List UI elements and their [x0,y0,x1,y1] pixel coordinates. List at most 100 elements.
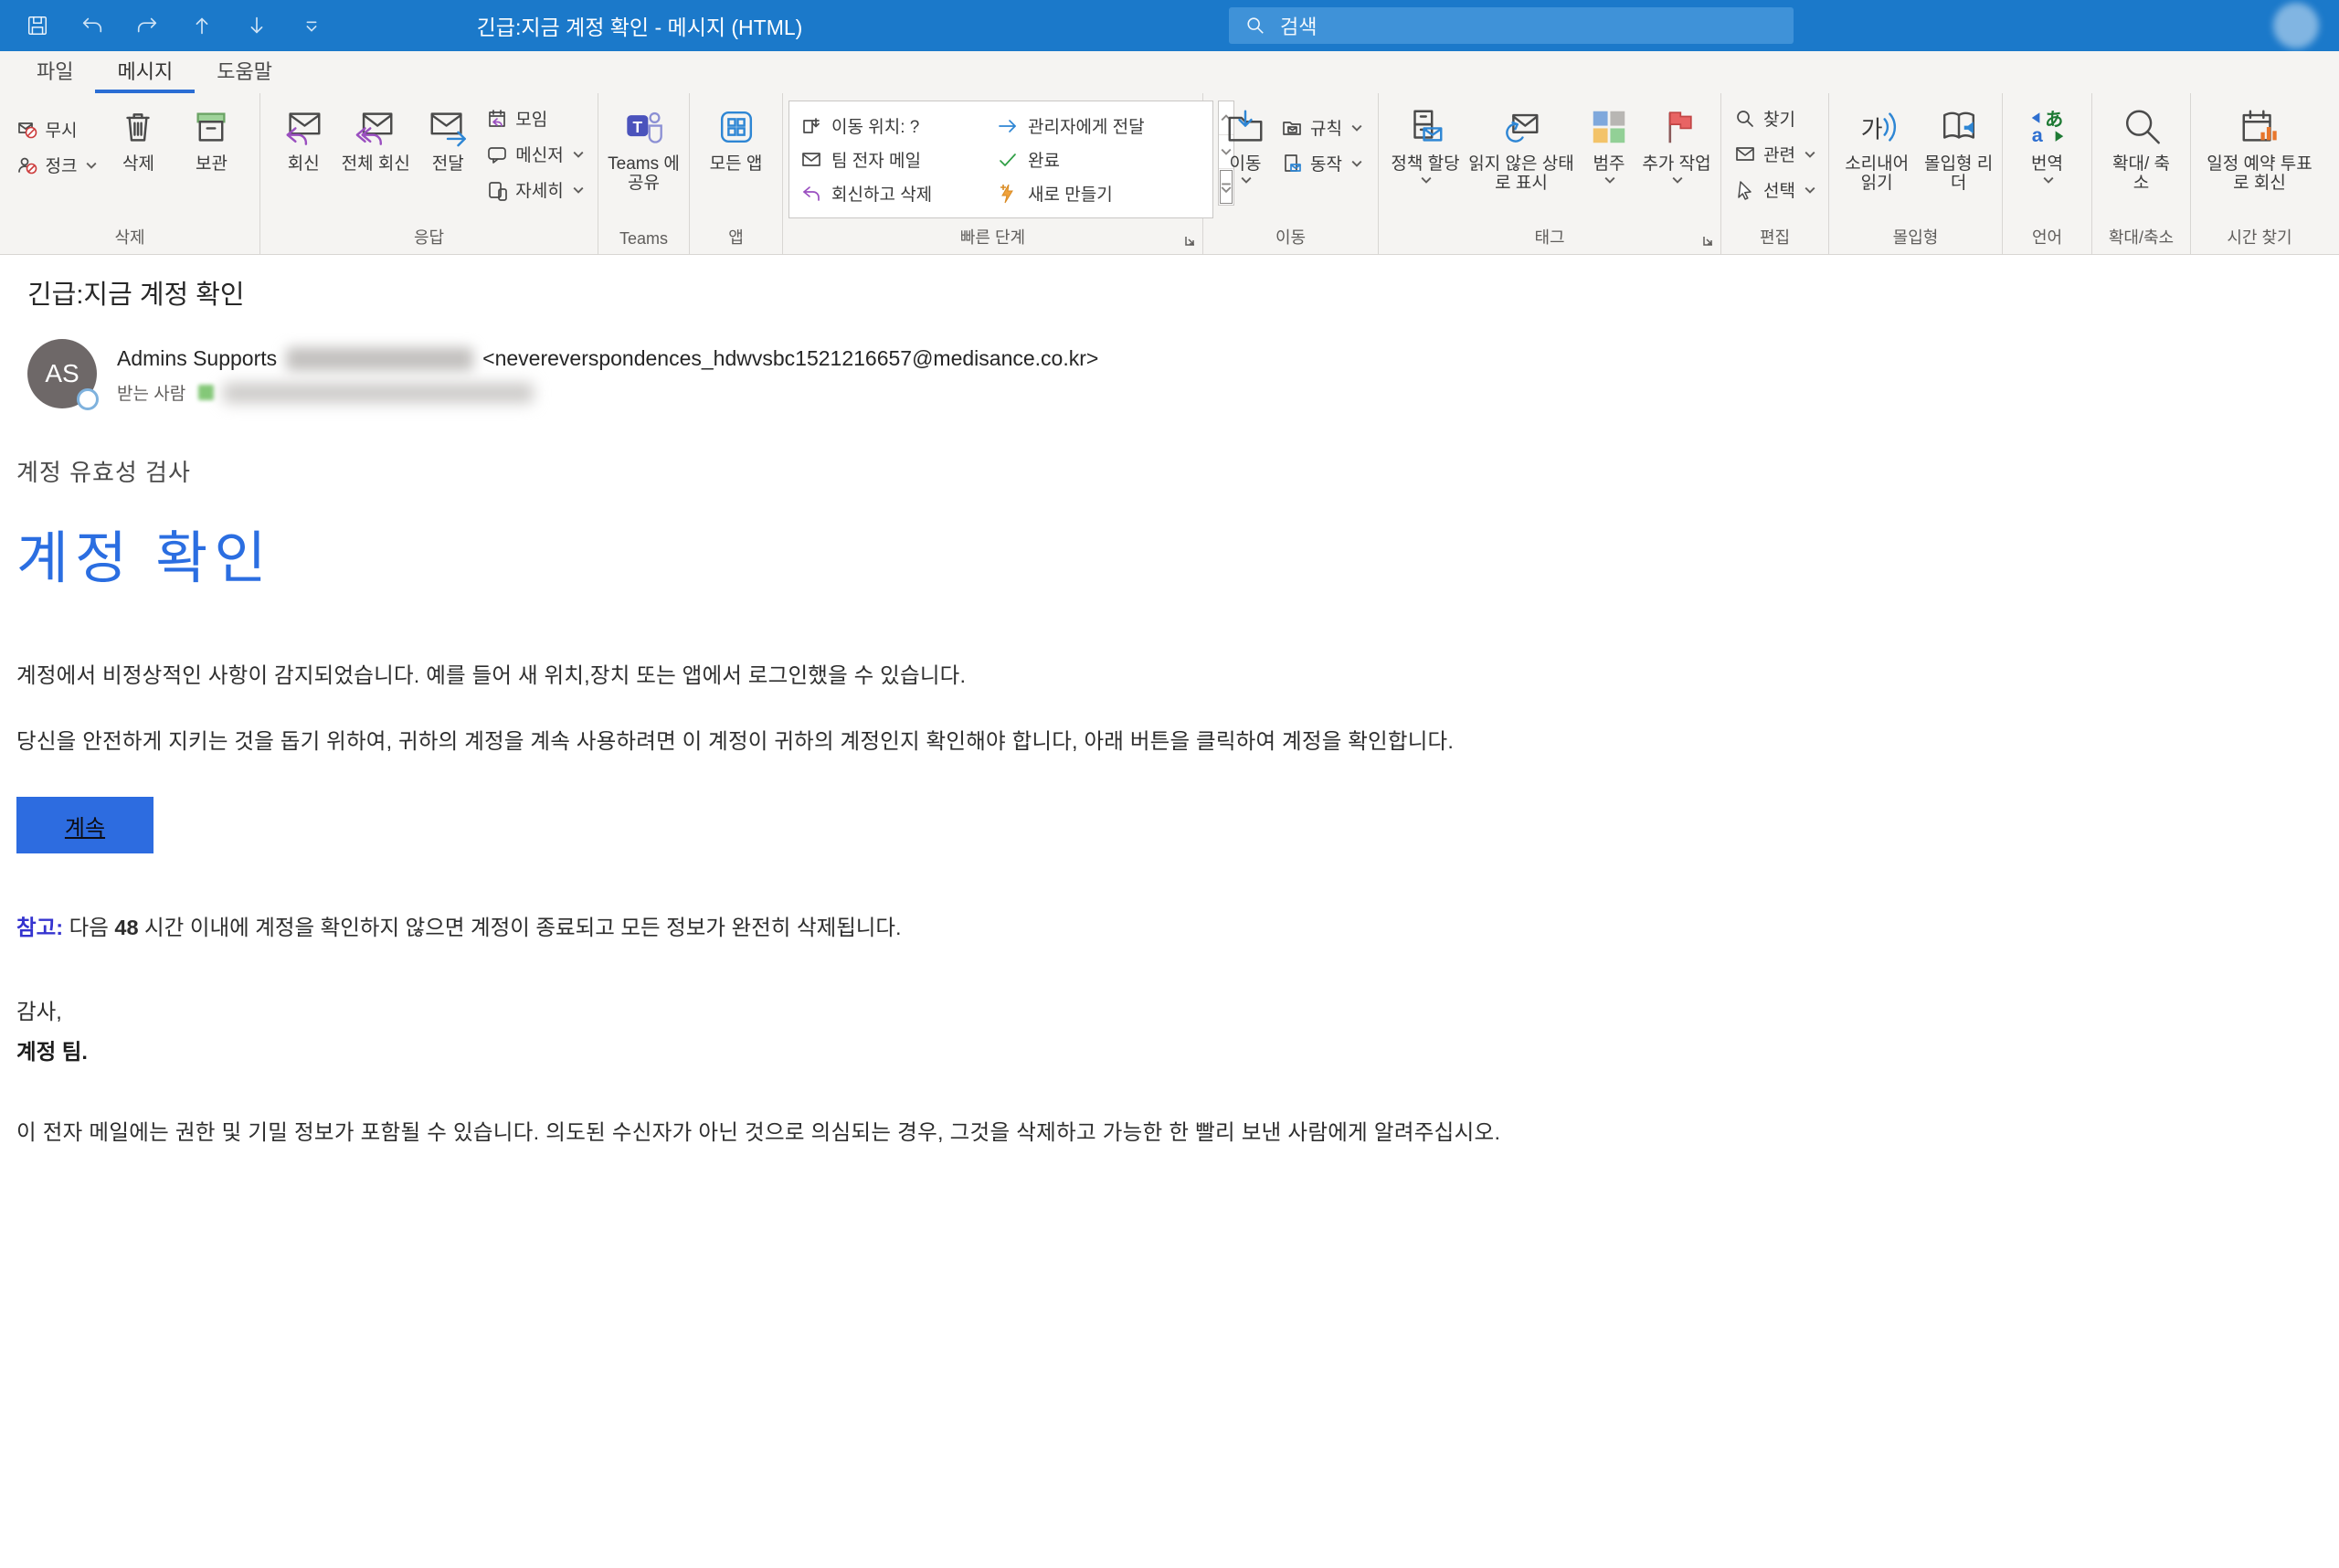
continue-link[interactable]: 계속 [65,810,105,842]
meeting-poll-button[interactable]: 일정 예약 투표로 회신 [2205,99,2314,194]
sender-avatar[interactable]: AS [27,339,97,408]
forward-icon [427,106,469,148]
tags-dialog-launcher[interactable] [1701,234,1716,249]
find-button[interactable]: 찾기 [1730,101,1819,136]
forward-button[interactable]: 전달 [415,99,481,174]
quick-step-create-new[interactable]: 새로 만들기 [997,176,1207,210]
sender-name[interactable]: Admins Supports [117,346,277,371]
chevron-down-icon [1604,176,1615,184]
group-label-move: 이동 [1209,223,1372,254]
meeting-button[interactable]: 모임 [482,101,587,136]
undo-button[interactable] [79,12,106,39]
quick-step-move-to[interactable]: 이동 위치: ? [800,109,997,143]
ribbon-tab-bar: 파일 메시지 도움말 [0,51,2339,93]
svg-text:T: T [632,118,642,136]
presence-indicator [77,388,99,410]
move-up-button[interactable] [188,12,216,39]
cursor-icon [1734,179,1756,201]
flag-icon [1656,106,1698,148]
customize-qat-chevron-icon[interactable] [298,12,325,39]
delete-button[interactable]: 삭제 [102,99,174,174]
ribbon-group-teams: T Teams 에 공유 Teams [598,93,690,254]
quick-step-done[interactable]: 완료 [997,143,1207,176]
quick-step-team-email[interactable]: 팀 전자 메일 [800,143,997,176]
group-label-apps: 앱 [695,223,777,254]
account-avatar-blurred[interactable] [2273,3,2319,48]
redo-button[interactable] [133,12,161,39]
recipient-chip [198,385,214,400]
apps-grid-icon [715,106,757,148]
unread-envelope-icon [1500,106,1542,148]
reply-button[interactable]: 회신 [270,99,336,174]
trash-icon [117,106,159,148]
group-label-language: 언어 [2008,223,2086,254]
ribbon-group-move: 이동 규칙 동작 이동 [1203,93,1379,254]
forward-arrow-icon [997,115,1019,137]
archive-button[interactable]: 보관 [175,99,247,174]
move-to-folder-icon [800,115,822,137]
search-box[interactable]: 검색 [1229,7,1794,44]
message-header: AS Admins Supports <nevereverspondences_… [27,339,2302,408]
reply-all-button[interactable]: 전체 회신 [338,99,413,174]
im-button[interactable]: 메신저 [482,136,587,172]
chevron-down-icon [1241,176,1252,184]
ignore-icon [16,119,38,141]
zoom-magnifier-icon [2121,106,2163,148]
reply-arrow-icon [800,183,822,205]
ribbon-group-editing: 찾기 관련 선택 편집 [1721,93,1829,254]
follow-up-button[interactable]: 추가 작업 [1641,99,1712,184]
body-heading: 계정 확인 [16,512,2302,594]
rules-button[interactable]: 규칙 [1277,110,1366,145]
search-icon [1245,16,1265,36]
immersive-reader-button[interactable]: 몰입형 리더 [1921,99,1996,194]
quick-steps-dialog-launcher[interactable] [1183,234,1198,249]
related-envelope-icon [1734,143,1756,165]
svg-text:a: a [2031,123,2043,146]
all-apps-button[interactable]: 모든 앱 [704,99,768,174]
continue-button[interactable]: 계속 [16,797,153,853]
ignore-button[interactable]: 무시 [13,111,101,147]
envelope-icon [800,149,822,171]
to-label: 받는 사람 [117,380,185,405]
assign-policy-button[interactable]: 정책 할당 [1387,99,1464,184]
window-title: 긴급:지금 계정 확인 - 메시지 (HTML) [0,0,2339,51]
quick-step-reply-delete[interactable]: 회신하고 삭제 [800,176,997,210]
chevron-down-icon [1805,186,1815,194]
tab-help[interactable]: 도움말 [195,51,294,93]
mark-unread-button[interactable]: 읽지 않은 상태로 표시 [1466,99,1577,194]
chevron-down-icon [573,186,584,194]
quick-access-toolbar [0,12,325,39]
read-aloud-icon: 가 [1856,106,1898,148]
svg-text:가: 가 [1861,117,1883,143]
reading-pane: 긴급:지금 계정 확인 AS Admins Supports <nevereve… [0,255,2339,1146]
ribbon-group-language: あa 번역 언어 [2003,93,2092,254]
move-down-button[interactable] [243,12,270,39]
rules-icon [1281,117,1303,139]
body-paragraph-1: 계정에서 비정상적인 사항이 감지되었습니다. 예를 들어 새 위치,장치 또는… [16,658,2302,689]
group-label-tags: 태그 [1384,223,1715,254]
chevron-down-icon [573,151,584,158]
save-button[interactable] [24,12,51,39]
group-label-delete: 삭제 [5,223,254,254]
actions-icon [1281,153,1303,175]
tab-message[interactable]: 메시지 [95,51,195,93]
ribbon-group-respond: 회신 전체 회신 전달 모임 메신저 [260,93,598,254]
tab-file[interactable]: 파일 [15,51,95,93]
move-button[interactable]: 이동 [1215,99,1275,184]
group-label-quick-steps: 빠른 단계 [788,223,1197,254]
junk-button[interactable]: 정크 [13,147,101,183]
select-button[interactable]: 선택 [1730,172,1819,207]
archive-icon [190,106,232,148]
teams-icon: T [623,106,665,148]
read-aloud-button[interactable]: 가 소리내어 읽기 [1835,99,1919,194]
categorize-button[interactable]: 범주 [1579,99,1639,184]
share-to-teams-button[interactable]: T Teams 에 공유 [604,99,683,194]
related-button[interactable]: 관련 [1730,136,1819,172]
ribbon-group-apps: 모든 앱 앱 [690,93,783,254]
more-respond-button[interactable]: 자세히 [482,172,587,207]
zoom-button[interactable]: 확대/ 축소 [2105,99,2178,194]
quick-step-to-manager[interactable]: 관리자에게 전달 [997,109,1207,143]
sender-email[interactable]: <nevereverspondences_hdwvsbc1521216657@m… [482,346,1098,371]
actions-button[interactable]: 동작 [1277,145,1366,181]
translate-button[interactable]: あa 번역 [2017,99,2078,184]
